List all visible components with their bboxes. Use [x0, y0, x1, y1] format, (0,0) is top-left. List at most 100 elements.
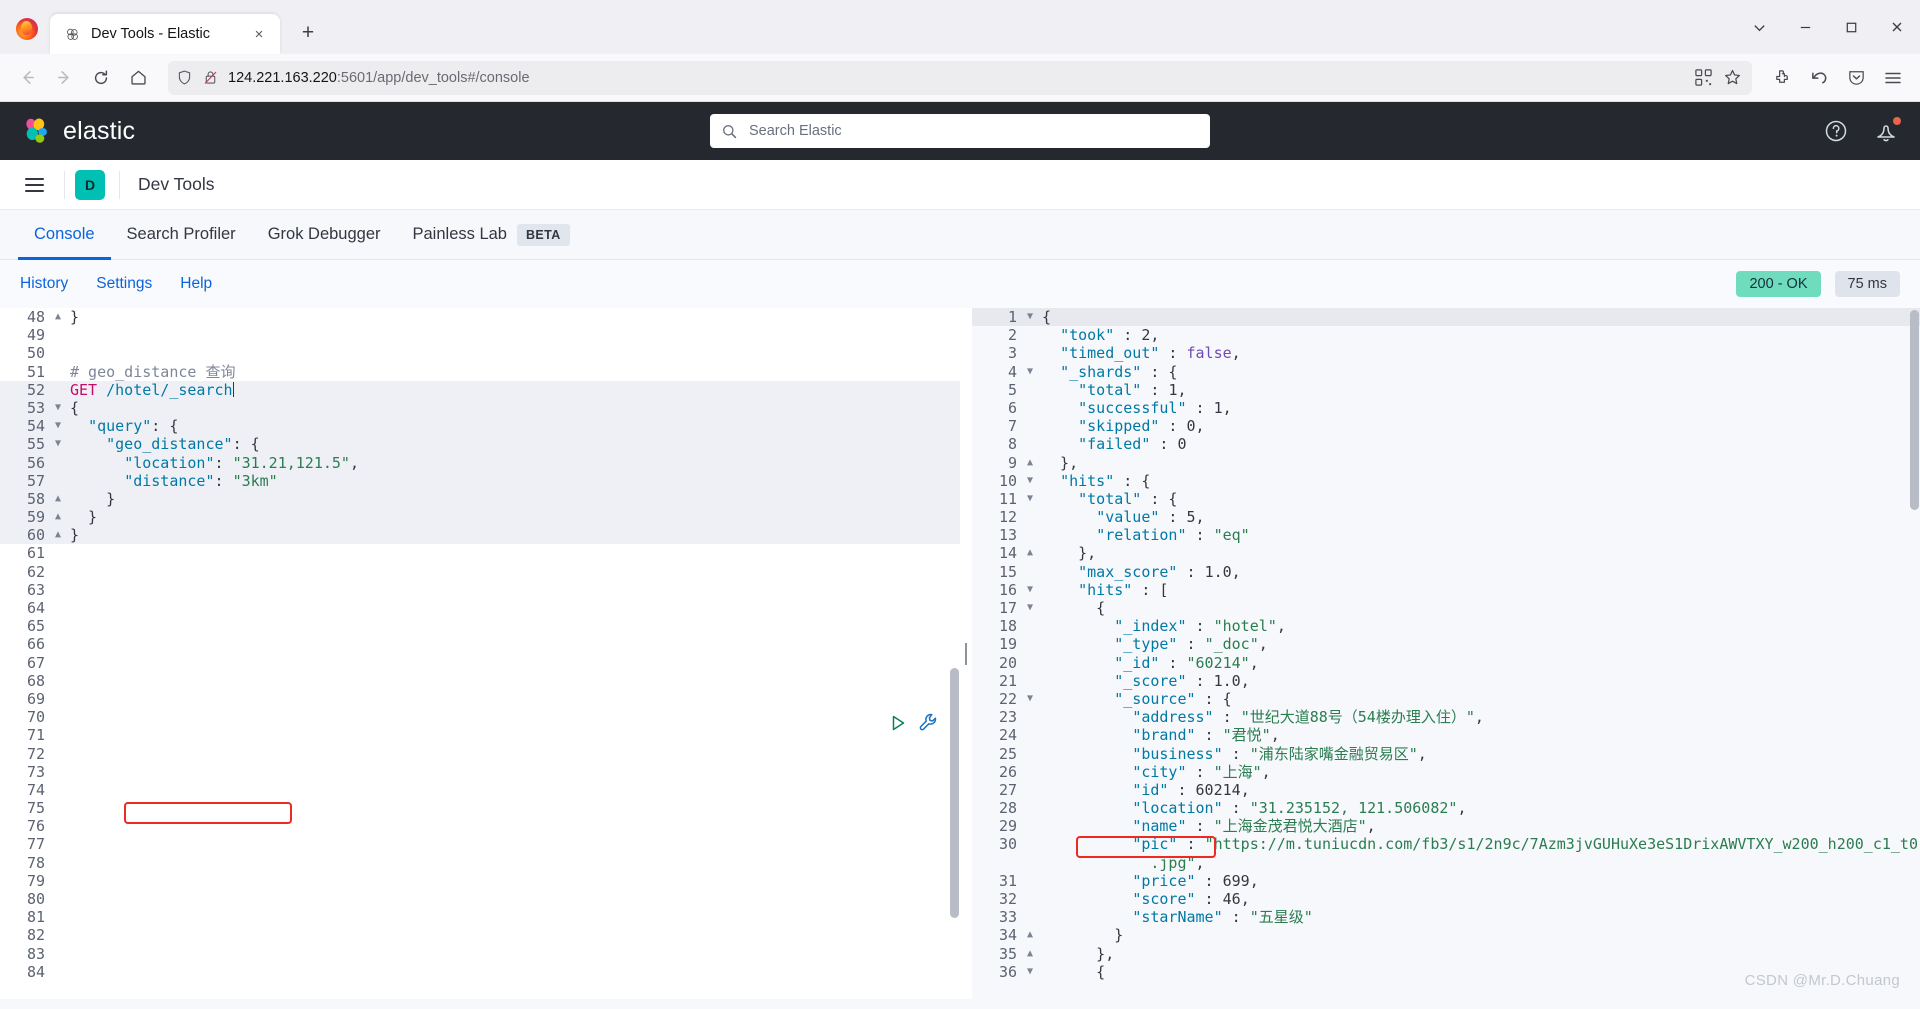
code-line[interactable]: 21 "_score" : 1.0,: [972, 671, 1920, 690]
fold-toggle-icon[interactable]: ▲: [1022, 454, 1038, 472]
request-editor-pane[interactable]: 48 ▲} 49 50 51 # geo_distance 查询 52 GET /hotel/…: [0, 308, 960, 999]
settings-button[interactable]: Settings: [96, 275, 152, 293]
tab-close-icon[interactable]: ×: [248, 23, 270, 45]
code-line[interactable]: 19 "_type" : "_doc",: [972, 635, 1920, 654]
fold-toggle-icon[interactable]: ▲: [1022, 926, 1038, 944]
code-line[interactable]: 51 # geo_distance 查询: [0, 362, 960, 381]
request-editor-scrollbar[interactable]: [950, 668, 959, 918]
code-line[interactable]: 11 ▼ "total" : {: [972, 489, 1920, 509]
code-line[interactable]: 84: [0, 962, 960, 981]
save-to-pocket-icon[interactable]: [1839, 61, 1873, 95]
fold-toggle-icon[interactable]: ▲: [50, 526, 66, 544]
close-window-icon[interactable]: [1874, 7, 1920, 47]
code-line[interactable]: 50: [0, 344, 960, 363]
code-line[interactable]: 69: [0, 689, 960, 709]
code-line[interactable]: 68: [0, 671, 960, 690]
code-line[interactable]: 27 "id" : 60214,: [972, 780, 1920, 800]
fold-toggle-icon[interactable]: ▲: [50, 490, 66, 508]
code-line[interactable]: 60 ▲}: [0, 526, 960, 545]
code-line[interactable]: 58 ▲ }: [0, 489, 960, 509]
code-line[interactable]: 16 ▼ "hits" : [: [972, 580, 1920, 600]
new-tab-button[interactable]: +: [292, 17, 324, 49]
code-line[interactable]: 80: [0, 890, 960, 909]
code-line[interactable]: 14 ▲ },: [972, 544, 1920, 563]
fold-toggle-icon[interactable]: ▼: [1022, 690, 1038, 708]
response-viewer-scrollbar[interactable]: [1910, 310, 1919, 510]
code-line[interactable]: 30 "pic" : "https://m.tuniucdn.com/fb3/s…: [972, 835, 1920, 854]
code-line[interactable]: 82: [0, 926, 960, 945]
shield-icon[interactable]: [176, 69, 193, 86]
fold-toggle-icon[interactable]: ▼: [1022, 472, 1038, 490]
code-line[interactable]: 53 ▼{: [0, 398, 960, 418]
menu-toggle-button[interactable]: [14, 165, 54, 205]
code-line[interactable]: 4 ▼ "_shards" : {: [972, 362, 1920, 381]
code-line[interactable]: 29 "name" : "上海金茂君悦大酒店",: [972, 817, 1920, 836]
back-button-icon[interactable]: [10, 61, 44, 95]
code-line[interactable]: 23 "address" : "世纪大道88号（54楼办理入住）",: [972, 708, 1920, 727]
code-line[interactable]: 67: [0, 653, 960, 672]
response-viewer-lines[interactable]: 1 ▼{2 "took" : 2, 3 "timed_out" : false, 4 ▼…: [972, 308, 1920, 981]
fold-toggle-icon[interactable]: ▼: [1022, 963, 1038, 981]
code-line[interactable]: 57 "distance": "3km": [0, 471, 960, 490]
code-line[interactable]: 13 "relation" : "eq": [972, 526, 1920, 545]
fold-toggle-icon[interactable]: ▼: [1022, 308, 1038, 327]
app-menu-icon[interactable]: [1876, 61, 1910, 95]
lock-crossed-icon[interactable]: [202, 69, 219, 86]
tab-console[interactable]: Console: [18, 210, 111, 260]
code-line[interactable]: 28 "location" : "31.235152, 121.506082",: [972, 799, 1920, 818]
code-line[interactable]: 72: [0, 744, 960, 763]
code-line[interactable]: 33 "starName" : "五星级": [972, 908, 1920, 927]
code-line[interactable]: 66: [0, 635, 960, 654]
code-line[interactable]: 1 ▼{: [972, 308, 1920, 327]
code-line[interactable]: 34 ▲ }: [972, 926, 1920, 945]
code-line[interactable]: 83: [0, 944, 960, 963]
history-button[interactable]: History: [20, 275, 68, 293]
code-line[interactable]: 7 "skipped" : 0,: [972, 417, 1920, 436]
code-line[interactable]: 56 "location": "31.21,121.5",: [0, 453, 960, 472]
code-line[interactable]: 6 "successful" : 1,: [972, 398, 1920, 418]
code-line[interactable]: 20 "_id" : "60214",: [972, 653, 1920, 672]
extensions-icon[interactable]: [1765, 61, 1799, 95]
fold-toggle-icon[interactable]: ▼: [50, 399, 66, 417]
code-line[interactable]: 24 "brand" : "君悦",: [972, 726, 1920, 745]
code-line[interactable]: 32 "score" : 46,: [972, 890, 1920, 909]
code-line[interactable]: 35 ▲ },: [972, 944, 1920, 963]
maximize-icon[interactable]: [1828, 7, 1874, 47]
forward-button-icon[interactable]: [47, 61, 81, 95]
response-viewer-pane[interactable]: 1 ▼{2 "took" : 2, 3 "timed_out" : false, 4 ▼…: [972, 308, 1920, 999]
code-line[interactable]: 17 ▼ {: [972, 599, 1920, 618]
play-triangle-icon[interactable]: [888, 713, 908, 733]
code-line[interactable]: 55 ▼ "geo_distance": {: [0, 435, 960, 454]
code-line[interactable]: 59 ▲ }: [0, 508, 960, 527]
code-line[interactable]: 63: [0, 580, 960, 600]
code-line[interactable]: 70: [0, 708, 960, 727]
fold-toggle-icon[interactable]: ▲: [1022, 945, 1038, 963]
code-line[interactable]: 61: [0, 544, 960, 563]
code-line[interactable]: 25 "business" : "浦东陆家嘴金融贸易区",: [972, 744, 1920, 763]
code-line[interactable]: 77: [0, 835, 960, 854]
code-line[interactable]: 10 ▼ "hits" : {: [972, 471, 1920, 490]
code-line[interactable]: .jpg",: [972, 854, 1920, 872]
bookmark-star-icon[interactable]: [1723, 68, 1742, 87]
fold-toggle-icon[interactable]: ▲: [50, 508, 66, 526]
tab-search-profiler[interactable]: Search Profiler: [111, 210, 252, 259]
fold-toggle-icon[interactable]: ▼: [50, 435, 66, 453]
fold-toggle-icon[interactable]: ▼: [1022, 581, 1038, 599]
code-line[interactable]: 26 "city" : "上海",: [972, 762, 1920, 781]
fold-toggle-icon[interactable]: ▼: [1022, 599, 1038, 617]
code-line[interactable]: 81: [0, 908, 960, 927]
history-back-arrow-icon[interactable]: [1802, 61, 1836, 95]
code-line[interactable]: 49: [0, 326, 960, 345]
reload-button-icon[interactable]: [84, 61, 118, 95]
code-line[interactable]: 75: [0, 799, 960, 818]
code-line[interactable]: 9 ▲ },: [972, 453, 1920, 472]
code-line[interactable]: 79: [0, 871, 960, 891]
search-input[interactable]: [747, 122, 1199, 140]
code-line[interactable]: 12 "value" : 5,: [972, 508, 1920, 527]
code-line[interactable]: 31 "price" : 699,: [972, 871, 1920, 891]
fold-toggle-icon[interactable]: ▼: [50, 417, 66, 435]
global-search-bar[interactable]: [710, 114, 1210, 148]
code-line[interactable]: 3 "timed_out" : false,: [972, 344, 1920, 363]
code-line[interactable]: 5 "total" : 1,: [972, 380, 1920, 399]
address-bar[interactable]: 124.221.163.220:5601/app/dev_tools#/cons…: [168, 60, 1752, 95]
